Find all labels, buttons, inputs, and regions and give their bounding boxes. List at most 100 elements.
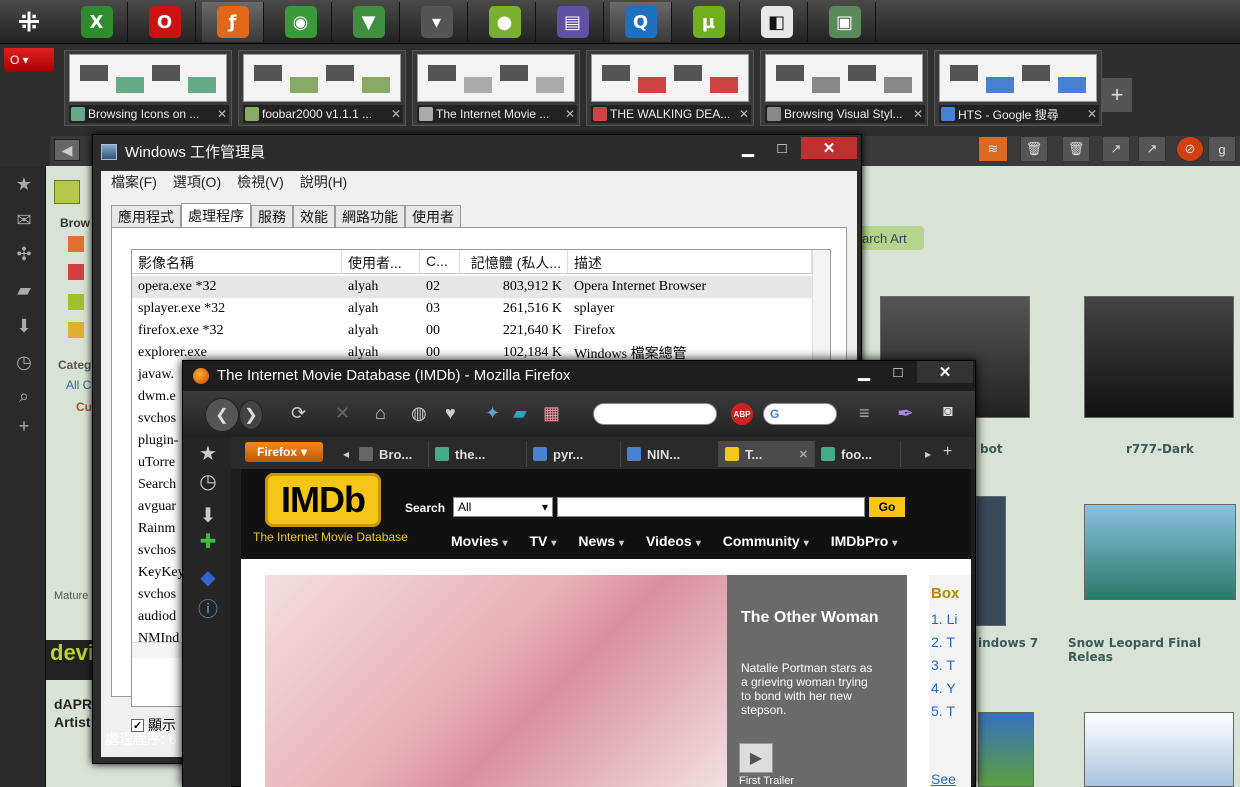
browser-tab[interactable]: pyr... [527,441,621,467]
maximize-button[interactable]: □ [881,361,915,383]
google-icon[interactable]: g [1208,136,1236,162]
addons-icon[interactable]: ✚ [195,529,221,555]
screen-icon[interactable]: ▰ [513,403,527,424]
box-office-item[interactable]: 4. Y [931,680,956,696]
history-icon[interactable]: ◷ [12,352,36,376]
nav-item[interactable]: Community ▾ [723,533,809,549]
column-header-cell[interactable]: 影像名稱 [132,250,342,273]
process-row[interactable]: splayer.exe *32 alyah 03 261,516 K splayer [132,298,812,320]
see-link[interactable]: See [931,771,956,787]
search-input[interactable] [557,497,865,517]
tab-5[interactable]: 使用者 [405,205,461,227]
nav-item[interactable]: News ▾ [578,533,624,549]
tab-0[interactable]: 應用程式 [111,205,181,227]
browser-tab[interactable]: foo... [815,441,901,467]
browser-tab[interactable]: Browsing Icons on ... ✕ [64,50,232,126]
browser-tab[interactable]: NIN... [621,441,719,467]
taskbar-button[interactable]: ● [474,2,536,42]
trash-icon[interactable]: 🗑 [1020,136,1048,162]
close-icon[interactable]: ✕ [911,107,925,121]
menu-item[interactable]: 選項(O) [173,172,221,192]
close-icon[interactable]: ✕ [1085,107,1099,121]
browser-tab[interactable]: Browsing Visual Styl... ✕ [760,50,928,126]
menu-item[interactable]: 檢視(V) [237,172,284,192]
home-icon[interactable] [68,322,84,338]
taskbar-button[interactable]: ▼ [338,2,400,42]
play-icon[interactable]: ▶ [739,743,773,773]
addon-icon[interactable]: ✦ [485,403,500,424]
browser-tab[interactable]: T... ✕ [719,441,815,467]
all-categories-link[interactable]: All C [66,378,91,392]
forward-button[interactable]: ❯ [239,400,263,430]
close-icon[interactable]: ✕ [799,448,808,461]
heart-icon[interactable]: ♥ [445,403,456,424]
block-icon[interactable]: ⊘ [1176,136,1204,162]
search-icon[interactable]: ⌕ [12,386,36,410]
menu-item[interactable]: 說明(H) [300,172,347,192]
close-icon[interactable]: ✕ [389,107,403,121]
column-header-cell[interactable]: 描述 [568,250,812,273]
bookmark-icon[interactable]: ★ [195,441,221,467]
process-row[interactable]: firefox.exe *32 alyah 00 221,640 K Firefox [132,320,812,342]
browser-tab[interactable]: Bro... [353,441,429,467]
taskbar-button[interactable]: X [66,2,128,42]
url-bar[interactable] [593,403,717,425]
stop-icon[interactable]: ✕ [335,403,350,424]
close-icon[interactable]: ✕ [737,107,751,121]
bookmark-icon[interactable]: ★ [12,174,36,198]
search-box[interactable]: G [763,403,837,425]
taskbar-button[interactable]: ◉ [270,2,332,42]
taskbar-button[interactable]: ƒ [202,2,264,42]
thumbnail-caption[interactable]: bot [980,442,1003,456]
browser-tab[interactable]: The Internet Movie ... ✕ [412,50,580,126]
tab-scroll-right[interactable]: ▸ [925,447,931,461]
deviation-thumbnail[interactable] [976,496,1006,626]
minimize-button[interactable]: ▁ [731,137,765,159]
taskbar-button[interactable]: Q [610,2,672,42]
tab-1[interactable]: 處理程序 [181,203,251,227]
thumbnail-caption[interactable]: Snow Leopard Final Releas [1068,636,1240,664]
grid-icon[interactable]: ▦ [543,403,560,424]
feather-icon[interactable]: ✒ [897,401,914,426]
column-header-cell[interactable]: 記憶體 (私人... [460,250,568,273]
tab-4[interactable]: 網路功能 [335,205,405,227]
category-icon[interactable] [68,294,84,310]
tab-3[interactable]: 效能 [293,205,335,227]
hero-image[interactable] [265,575,727,787]
taskbar-button[interactable]: ▣ [814,2,876,42]
category-icon[interactable] [68,236,84,252]
promo-title[interactable]: The Other Woman [741,609,881,627]
puzzle-icon[interactable]: ◆ [195,565,221,591]
tab-scroll-left[interactable]: ◂ [343,447,349,461]
minimize-button[interactable]: ▁ [847,361,881,383]
reload-icon[interactable]: ⟳ [291,403,306,424]
nav-item[interactable]: IMDbPro ▾ [831,533,898,549]
taskbar-button[interactable]: ▾ [406,2,468,42]
chat-icon[interactable]: ◍ [411,403,427,424]
nav-item[interactable]: Movies ▾ [451,533,508,549]
back-button[interactable]: ◀ [54,139,80,161]
taskbar-button[interactable]: ▤ [542,2,604,42]
close-button[interactable]: ✕ [917,361,973,383]
box-office-item[interactable]: 2. T [931,634,955,650]
menu-item[interactable]: 檔案(F) [111,172,157,192]
browser-tab[interactable]: THE WALKING DEA... ✕ [586,50,754,126]
browser-tab[interactable]: foobar2000 v1.1.1 ... ✕ [238,50,406,126]
adblock-icon[interactable]: ABP [731,403,753,425]
nav-item[interactable]: Videos ▾ [646,533,701,549]
new-tab-button[interactable]: + [1102,78,1132,112]
start-button[interactable]: ⁜ [0,0,58,44]
box-office-item[interactable]: 1. Li [931,611,957,627]
taskbar-button[interactable]: µ [678,2,740,42]
search-art-button[interactable]: arch Art [858,226,924,250]
taskbar-button[interactable]: O [134,2,196,42]
search-scope-select[interactable]: All ▾ [453,497,553,517]
notes-icon[interactable]: ▰ [12,280,36,304]
close-icon[interactable]: ✕ [215,107,229,121]
download-icon[interactable]: ⬇ [12,316,36,340]
category-icon[interactable] [68,264,84,280]
deviation-thumbnail[interactable] [1084,296,1234,418]
back-button[interactable]: ❮ [205,398,239,432]
arrow-icon[interactable]: ↗ [1102,136,1130,162]
deviation-thumbnail[interactable] [1084,712,1234,787]
